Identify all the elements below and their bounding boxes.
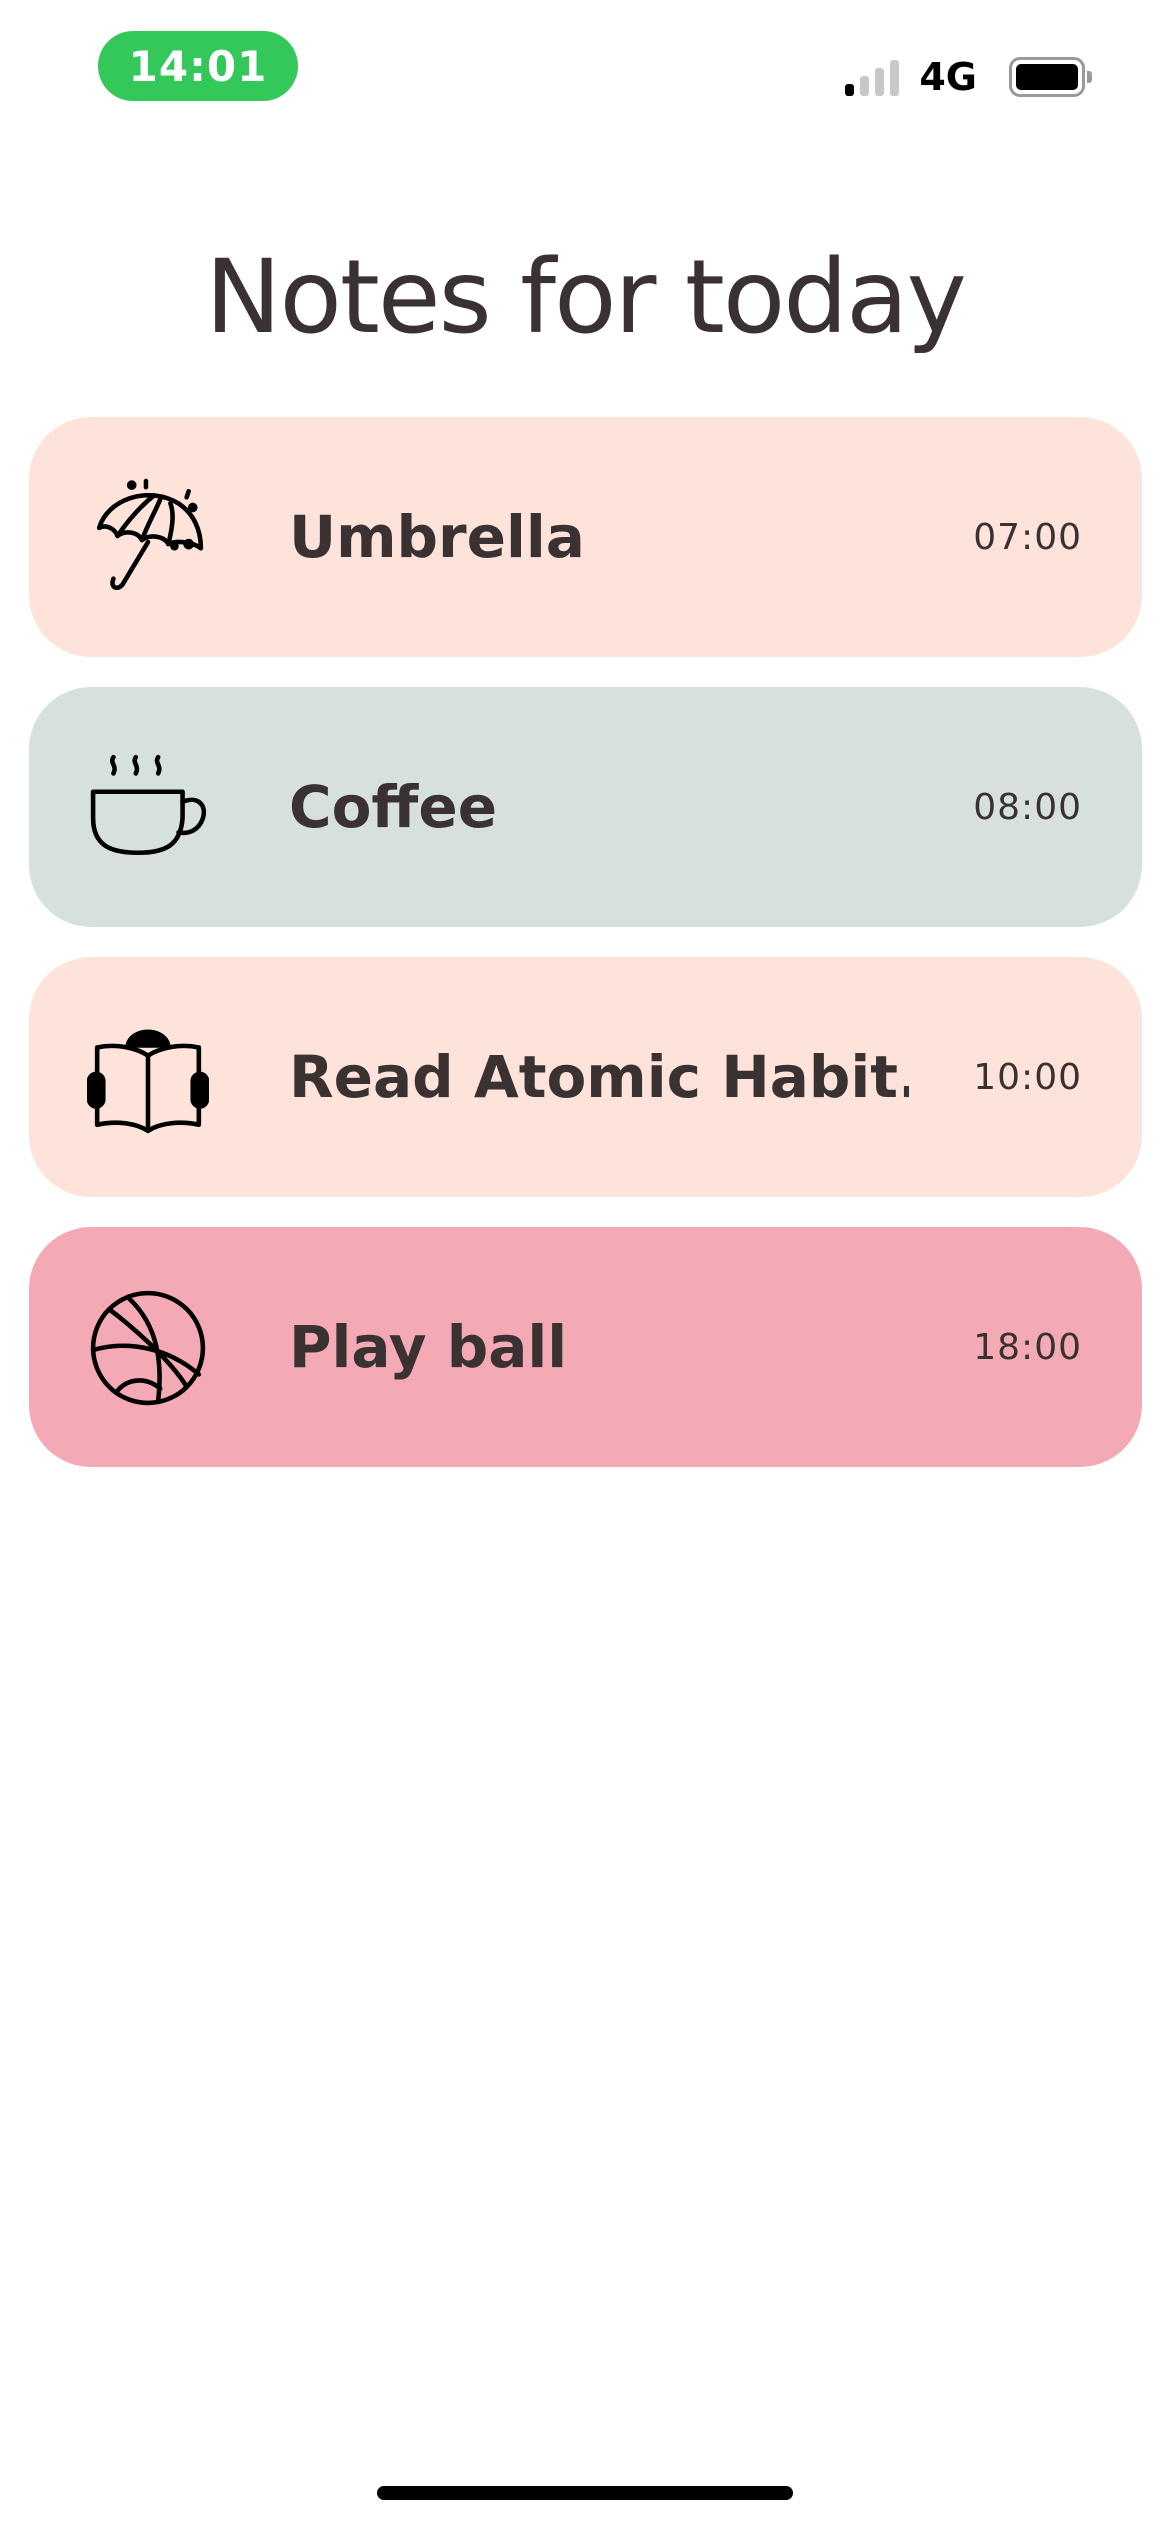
network-type: 4G xyxy=(919,55,977,99)
cellular-signal-icon xyxy=(845,58,900,96)
note-title: Play ball xyxy=(289,1313,568,1381)
notes-list: Umbrella 07:00 Coffee 08:00 Read Atomic … xyxy=(29,417,1142,1467)
coffee-cup-icon xyxy=(87,747,209,869)
reading-book-icon xyxy=(87,1017,209,1139)
note-time: 08:00 xyxy=(973,786,1082,828)
note-card-coffee[interactable]: Coffee 08:00 xyxy=(29,687,1142,927)
note-title: Coffee xyxy=(289,773,498,841)
note-card-play-ball[interactable]: Play ball 18:00 xyxy=(29,1227,1142,1467)
basketball-icon xyxy=(87,1287,209,1409)
note-title: Umbrella xyxy=(289,503,585,571)
note-title: Read Atomic Habit... xyxy=(289,1043,909,1111)
note-time: 18:00 xyxy=(973,1326,1082,1368)
status-indicators: 4G xyxy=(845,52,1092,102)
note-card-read-atomic-habits[interactable]: Read Atomic Habit... 10:00 xyxy=(29,957,1142,1197)
umbrella-icon xyxy=(87,477,209,599)
status-time: 14:01 xyxy=(98,31,298,101)
note-time: 07:00 xyxy=(973,516,1082,558)
battery-icon xyxy=(1009,57,1092,97)
home-indicator[interactable] xyxy=(377,2486,793,2500)
page-title: Notes for today xyxy=(205,238,967,357)
note-time: 10:00 xyxy=(973,1056,1082,1098)
note-card-umbrella[interactable]: Umbrella 07:00 xyxy=(29,417,1142,657)
